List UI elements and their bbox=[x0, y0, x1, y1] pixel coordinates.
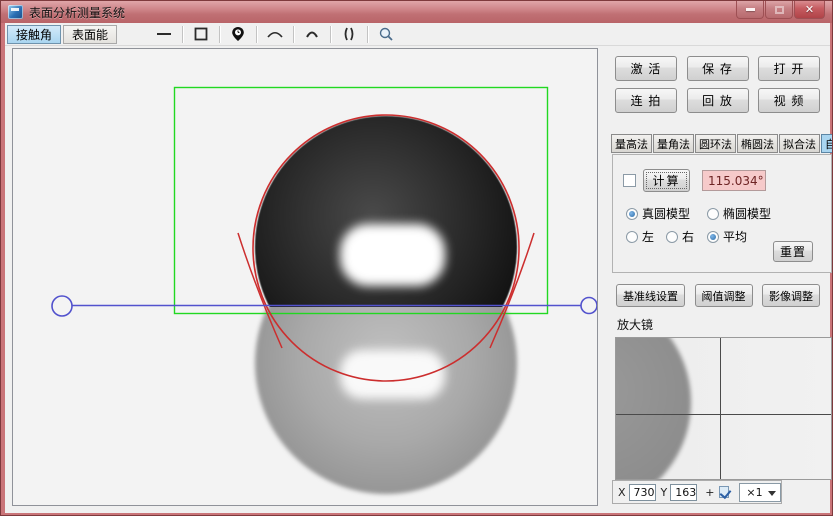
line-tool-button[interactable] bbox=[151, 25, 177, 44]
arc-small-icon bbox=[304, 26, 320, 42]
radio-label: 真圆模型 bbox=[642, 205, 690, 222]
method-tab-strip: 量高法 量角法 圆环法 椭圆法 拟合法 自动法 bbox=[611, 134, 833, 153]
magnifier-tool-button[interactable] bbox=[373, 25, 399, 44]
radio-right[interactable]: 右 bbox=[666, 228, 694, 245]
rectangle-icon bbox=[193, 26, 209, 42]
baseline-handle-right[interactable] bbox=[581, 298, 597, 314]
y-label: Y bbox=[661, 486, 668, 499]
save-button[interactable]: 保 存 bbox=[687, 56, 749, 81]
action-row-2: 连 拍 回 放 视 频 bbox=[615, 88, 820, 113]
client-area: 激 活 保 存 打 开 连 拍 回 放 视 频 量高法 量角法 圆环法 椭圆法 … bbox=[5, 46, 830, 513]
calc-checkbox[interactable] bbox=[623, 174, 636, 187]
roi-rectangle[interactable] bbox=[175, 88, 548, 314]
reset-button[interactable]: 重置 bbox=[773, 241, 813, 262]
calculate-button[interactable]: 计算 bbox=[643, 169, 690, 192]
maximize-button[interactable] bbox=[765, 1, 793, 19]
toolbar-separator bbox=[330, 26, 331, 43]
angle-value-field: 115.034° bbox=[702, 170, 766, 191]
crosshair-vertical bbox=[720, 338, 721, 480]
pin-icon bbox=[230, 26, 246, 42]
radio-true-circle-model[interactable]: 真圆模型 bbox=[626, 205, 690, 222]
action-row-1: 激 活 保 存 打 开 bbox=[615, 56, 820, 81]
magnifier-label: 放大镜 bbox=[617, 316, 653, 333]
plus-label: + bbox=[705, 486, 714, 499]
zoom-factor-select[interactable]: ×1 bbox=[739, 483, 781, 502]
zoom-factor-value: ×1 bbox=[746, 486, 762, 499]
tab-angle-method[interactable]: 量角法 bbox=[653, 134, 694, 153]
toolbar-separator bbox=[256, 26, 257, 43]
tab-contact-angle[interactable]: 接触角 bbox=[7, 25, 61, 44]
tab-ring-method[interactable]: 圆环法 bbox=[695, 134, 736, 153]
line-icon bbox=[156, 26, 172, 42]
radio-icon bbox=[707, 208, 719, 220]
tab-fitting-method[interactable]: 拟合法 bbox=[779, 134, 820, 153]
baseline-handle-left[interactable] bbox=[52, 296, 72, 316]
close-button[interactable]: ✕ bbox=[794, 1, 825, 19]
tab-height-method[interactable]: 量高法 bbox=[611, 134, 652, 153]
threshold-adjust-button[interactable]: 阈值调整 bbox=[695, 284, 753, 307]
window-controls: ✕ bbox=[735, 1, 825, 19]
rectangle-tool-button[interactable] bbox=[188, 25, 214, 44]
rotate-tool-button[interactable] bbox=[336, 25, 362, 44]
burst-button[interactable]: 连 拍 bbox=[615, 88, 677, 113]
measurement-overlay bbox=[13, 49, 598, 506]
crosshair-horizontal bbox=[616, 414, 832, 415]
toolbar-separator bbox=[367, 26, 368, 43]
tab-surface-energy[interactable]: 表面能 bbox=[63, 25, 117, 44]
radio-icon bbox=[666, 231, 678, 243]
playback-button[interactable]: 回 放 bbox=[687, 88, 749, 113]
x-input[interactable]: 730 bbox=[629, 484, 656, 501]
auto-method-group: 计算 115.034° 真圆模型 椭圆模型 左 bbox=[612, 154, 832, 273]
magnifier-view bbox=[615, 337, 832, 480]
x-label: X bbox=[618, 486, 626, 499]
radio-icon bbox=[626, 208, 638, 220]
arc-icon bbox=[266, 26, 284, 42]
toolbar: 接触角 表面能 bbox=[5, 23, 830, 46]
y-input[interactable]: 163 bbox=[670, 484, 697, 501]
radio-label: 左 bbox=[642, 228, 654, 245]
open-button[interactable]: 打 开 bbox=[758, 56, 820, 81]
radio-left[interactable]: 左 bbox=[626, 228, 654, 245]
pin-tool-button[interactable] bbox=[225, 25, 251, 44]
radio-label: 椭圆模型 bbox=[723, 205, 771, 222]
control-panel: 激 活 保 存 打 开 连 拍 回 放 视 频 量高法 量角法 圆环法 椭圆法 … bbox=[601, 46, 830, 513]
arc-tool-button[interactable] bbox=[262, 25, 288, 44]
tab-ellipse-method[interactable]: 椭圆法 bbox=[737, 134, 778, 153]
fit-circle bbox=[253, 115, 519, 381]
minimize-icon bbox=[746, 8, 755, 11]
toolbar-separator bbox=[219, 26, 220, 43]
magnifier-icon bbox=[378, 26, 394, 42]
coordinate-bar: X 730 Y 163 + ×1 bbox=[612, 480, 782, 504]
radio-label: 右 bbox=[682, 228, 694, 245]
image-adjust-button[interactable]: 影像调整 bbox=[762, 284, 820, 307]
radio-icon bbox=[626, 231, 638, 243]
maximize-icon bbox=[775, 6, 784, 14]
video-button[interactable]: 视 频 bbox=[758, 88, 820, 113]
title-bar: 表面分析测量系统 bbox=[1, 1, 833, 23]
side-radio-row: 左 右 平均 bbox=[626, 228, 747, 245]
app-window: 表面分析测量系统 ✕ 接触角 表面能 bbox=[0, 0, 833, 516]
window-title: 表面分析测量系统 bbox=[29, 4, 125, 21]
adjustment-row: 基准线设置 阈值调整 影像调整 bbox=[616, 284, 820, 307]
toolbar-separator bbox=[182, 26, 183, 43]
radio-icon bbox=[707, 231, 719, 243]
image-canvas[interactable] bbox=[12, 48, 598, 506]
radio-ellipse-model[interactable]: 椭圆模型 bbox=[707, 205, 771, 222]
model-radio-row: 真圆模型 椭圆模型 bbox=[626, 205, 771, 222]
calc-row: 计算 115.034° bbox=[623, 169, 766, 192]
tab-auto-method[interactable]: 自动法 bbox=[821, 134, 833, 153]
chevron-down-icon bbox=[768, 491, 776, 496]
toolbar-separator bbox=[293, 26, 294, 43]
crosshair-checkbox[interactable] bbox=[719, 486, 730, 498]
app-icon bbox=[8, 5, 23, 19]
magnified-droplet-edge bbox=[615, 337, 691, 480]
minimize-button[interactable] bbox=[736, 1, 764, 19]
radio-average[interactable]: 平均 bbox=[707, 228, 747, 245]
activate-button[interactable]: 激 活 bbox=[615, 56, 677, 81]
arc-small-tool-button[interactable] bbox=[299, 25, 325, 44]
rotate-icon bbox=[341, 26, 357, 42]
radio-label: 平均 bbox=[723, 228, 747, 245]
baseline-settings-button[interactable]: 基准线设置 bbox=[616, 284, 685, 307]
